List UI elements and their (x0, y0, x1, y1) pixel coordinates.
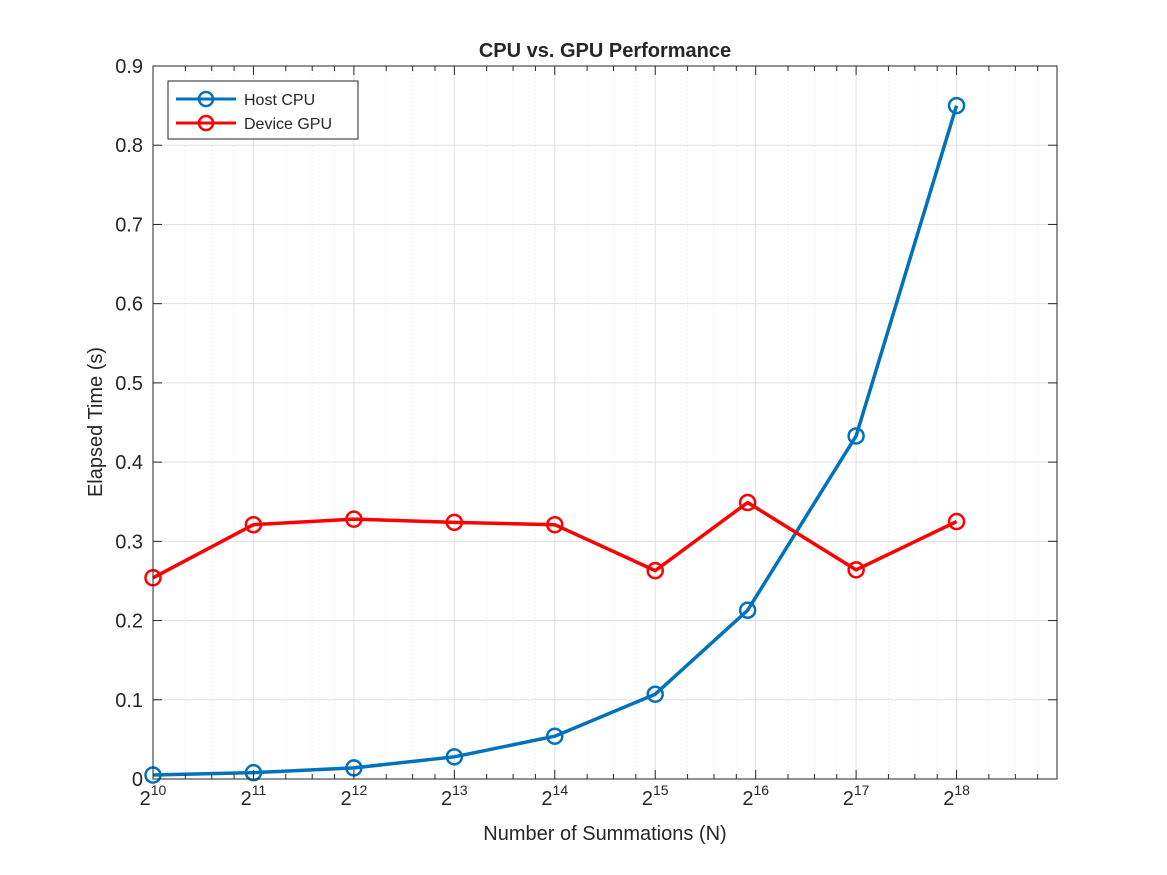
x-tick-label-base: 2 (642, 788, 653, 810)
y-tick-label: 0.2 (115, 611, 143, 633)
y-tick-label: 0.8 (115, 135, 143, 157)
y-tick-label: 0.7 (115, 214, 143, 236)
x-tick-label-exponent: 13 (452, 782, 468, 798)
x-tick-label-exponent: 16 (753, 782, 769, 798)
x-tick-label-exponent: 14 (553, 782, 569, 798)
x-tick-label-exponent: 12 (352, 782, 368, 798)
chart: 210 211 212 213 214 215 216 217 21800.10.20.30.4… (0, 0, 1167, 875)
x-axis-label: Number of Summations (N) (483, 823, 726, 845)
x-tick-label-exponent: 18 (954, 782, 970, 798)
x-tick-label-base: 2 (241, 788, 252, 810)
plot-area (153, 66, 1057, 779)
x-tick-label-base: 2 (341, 788, 352, 810)
legend-label-device-gpu: Device GPU (244, 116, 332, 133)
x-tick-label-base: 2 (843, 788, 854, 810)
y-tick-label: 0.5 (115, 373, 143, 395)
legend-label-host-cpu: Host CPU (244, 92, 315, 109)
y-tick-label: 0.1 (115, 690, 143, 712)
y-tick-label: 0 (132, 769, 143, 791)
x-tick-label-base: 2 (943, 788, 954, 810)
y-tick-label: 0.6 (115, 294, 143, 316)
legend: Host CPU Device GPU (167, 80, 359, 140)
y-tick-label: 0.9 (115, 56, 143, 78)
x-tick-label-exponent: 11 (252, 782, 267, 798)
x-tick-label-base: 2 (140, 788, 151, 810)
x-tick-label-exponent: 15 (653, 782, 669, 798)
y-tick-label: 0.3 (115, 531, 143, 553)
x-tick-label-base: 2 (541, 788, 552, 810)
x-tick-label-base: 2 (742, 788, 753, 810)
x-tick-label-exponent: 10 (151, 782, 167, 798)
chart-title: CPU vs. GPU Performance (479, 40, 731, 62)
x-tick-label-exponent: 17 (854, 782, 870, 798)
y-axis-label: Elapsed Time (s) (85, 347, 107, 497)
x-tick-label-base: 2 (441, 788, 452, 810)
y-tick-label: 0.4 (115, 452, 143, 474)
